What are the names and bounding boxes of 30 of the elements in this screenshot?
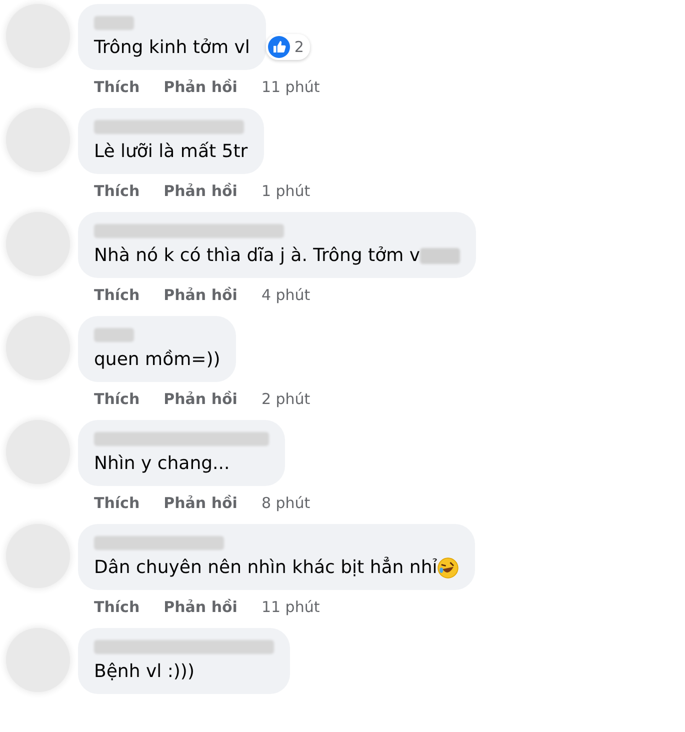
reply-link[interactable]: Phản hồi xyxy=(164,182,238,200)
timestamp: 1 phút xyxy=(261,182,310,200)
reply-link[interactable]: Phản hồi xyxy=(164,78,238,96)
reaction-count: 2 xyxy=(294,38,304,56)
like-link[interactable]: Thích xyxy=(94,494,140,512)
reply-link[interactable]: Phản hồi xyxy=(164,390,238,408)
timestamp: 8 phút xyxy=(261,494,310,512)
comment-text: quen mồm=)) xyxy=(94,348,220,372)
reply-link[interactable]: Phản hồi xyxy=(164,598,238,616)
comment-text: Dân chuyên nên nhìn khác bịt hẳn nhỉ xyxy=(94,556,438,580)
reaction-badge[interactable]: 2 xyxy=(266,34,310,60)
timestamp: 4 phút xyxy=(261,286,310,304)
timestamp: 11 phút xyxy=(261,78,320,96)
comment-text: Trông kinh tởm vl xyxy=(94,36,250,60)
timestamp: 11 phút xyxy=(261,598,320,616)
comment-text: Lè lưỡi là mất 5tr xyxy=(94,140,248,164)
like-link[interactable]: Thích xyxy=(94,390,140,408)
like-link[interactable]: Thích xyxy=(94,78,140,96)
comment-text: Nhìn y chang... xyxy=(94,452,230,476)
comment-text: Nhà nó k có thìa dĩa j à. Trông tởm v xyxy=(94,244,420,268)
redaction-mark xyxy=(94,328,134,342)
timestamp: 2 phút xyxy=(261,390,310,408)
comment-text: Bệnh vl :))) xyxy=(94,660,194,684)
like-link[interactable]: Thích xyxy=(94,286,140,304)
like-link[interactable]: Thích xyxy=(94,182,140,200)
redaction-mark xyxy=(94,16,134,30)
thumbs-up-icon xyxy=(268,36,290,58)
like-link[interactable]: Thích xyxy=(94,598,140,616)
reply-link[interactable]: Phản hồi xyxy=(164,494,238,512)
reply-link[interactable]: Phản hồi xyxy=(164,286,238,304)
